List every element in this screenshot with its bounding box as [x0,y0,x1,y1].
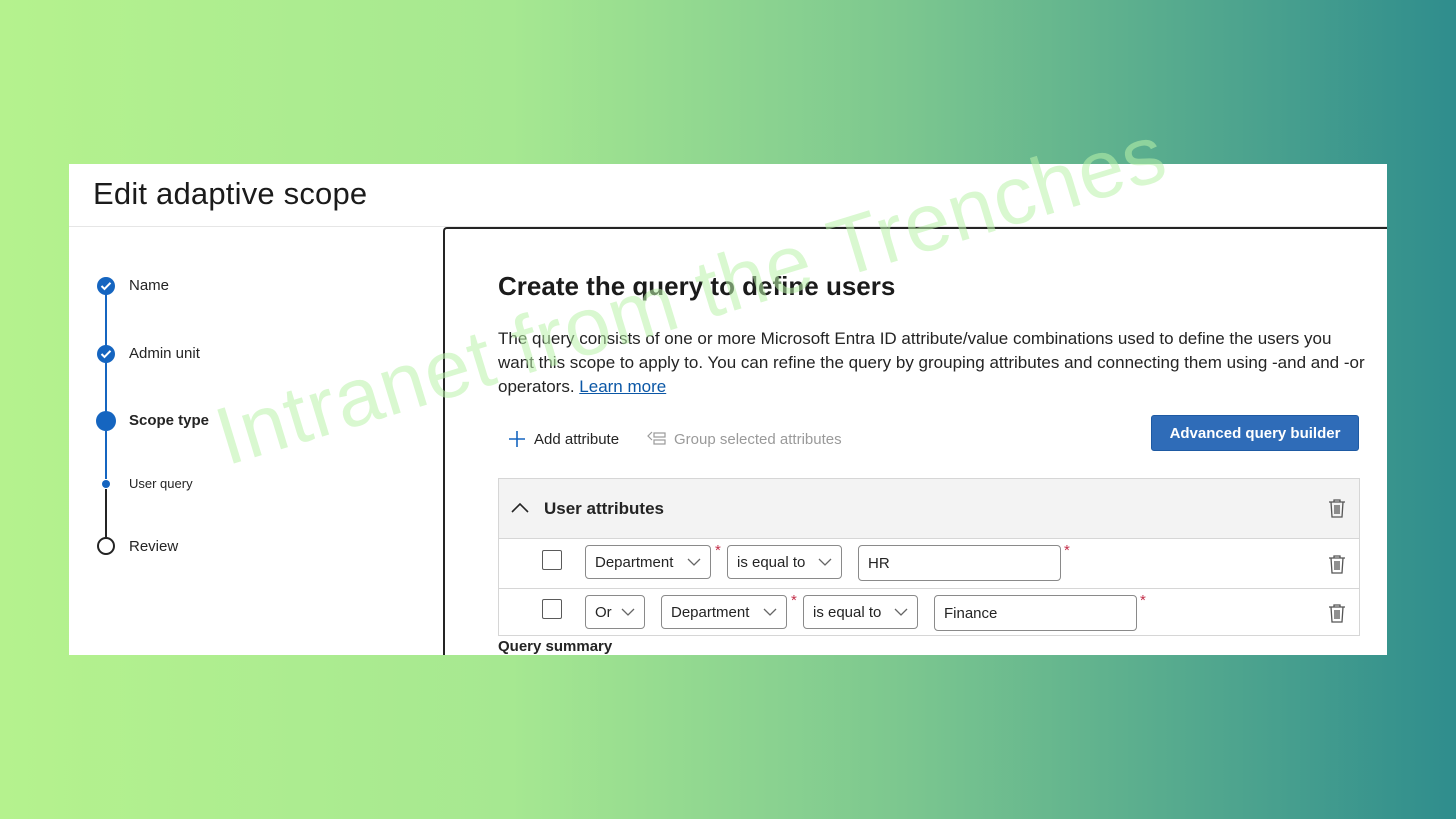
user-attributes-header: User attributes [499,479,1359,539]
attribute-row: Or Department * is equal to * [499,589,1359,638]
step-admin-unit-check-icon [97,345,115,363]
connector-value: Or [595,603,612,621]
step-review[interactable]: Review [129,538,178,555]
step-user-query[interactable]: User query [129,476,193,491]
group-selected-label: Group selected attributes [674,430,842,448]
operator-value: is equal to [737,553,806,571]
user-attributes-title: User attributes [544,499,664,518]
chevron-down-icon [763,608,777,616]
learn-more-link[interactable]: Learn more [579,377,666,396]
step-name[interactable]: Name [129,277,169,294]
chevron-down-icon [818,558,832,566]
value-input[interactable] [934,595,1137,631]
step-user-query-indicator [102,480,110,488]
step-connector [105,294,107,346]
plus-icon [509,431,525,447]
required-marker: * [715,542,721,559]
step-connector [105,489,107,541]
step-admin-unit[interactable]: Admin unit [129,345,200,362]
step-connector [105,362,107,414]
group-icon [647,431,666,445]
page-title: Edit adaptive scope [93,176,368,211]
attribute-row: Department * is equal to * [499,539,1359,589]
chevron-down-icon [687,558,701,566]
panel-header: Edit adaptive scope [69,164,1387,227]
step-review-indicator [97,537,115,555]
add-attribute-button[interactable]: Add attribute [507,426,619,452]
description: The query consists of one or more Micros… [498,327,1368,399]
row-checkbox[interactable] [542,550,562,570]
wizard-stepper: Name Admin unit Scope type User query Re… [69,227,443,655]
main-content: Create the query to define users The que… [443,227,1387,655]
attribute-dropdown[interactable]: Department [585,545,711,579]
required-marker: * [1064,542,1070,559]
trash-icon[interactable] [1328,554,1346,574]
trash-icon[interactable] [1328,498,1346,518]
attribute-dropdown[interactable]: Department [661,595,787,629]
operator-dropdown[interactable]: is equal to [727,545,842,579]
chevron-up-icon[interactable] [510,501,530,515]
attribute-value: Department [595,553,674,571]
step-name-check-icon [97,277,115,295]
edit-adaptive-scope-panel: Edit adaptive scope Name Admin unit Scop… [69,164,1387,655]
add-attribute-label: Add attribute [534,430,620,448]
required-marker: * [1140,592,1146,609]
trash-icon[interactable] [1328,603,1346,623]
operator-dropdown[interactable]: is equal to [803,595,918,629]
chevron-down-icon [621,608,635,616]
attribute-value: Department [671,603,750,621]
row-checkbox[interactable] [542,599,562,619]
connector-dropdown[interactable]: Or [585,595,645,629]
advanced-query-builder-button[interactable]: Advanced query builder [1151,415,1359,451]
step-scope-type[interactable]: Scope type [129,412,209,429]
group-selected-attributes-button[interactable]: Group selected attributes [647,426,842,452]
step-scope-type-indicator [96,411,116,431]
query-summary-heading: Query summary [498,638,613,655]
required-marker: * [791,592,797,609]
value-input[interactable] [858,545,1061,581]
operator-value: is equal to [813,603,882,621]
section-title: Create the query to define users [498,271,896,301]
user-attributes-group: User attributes Department * is equal to… [498,478,1360,636]
chevron-down-icon [894,608,908,616]
step-connector [105,431,107,479]
